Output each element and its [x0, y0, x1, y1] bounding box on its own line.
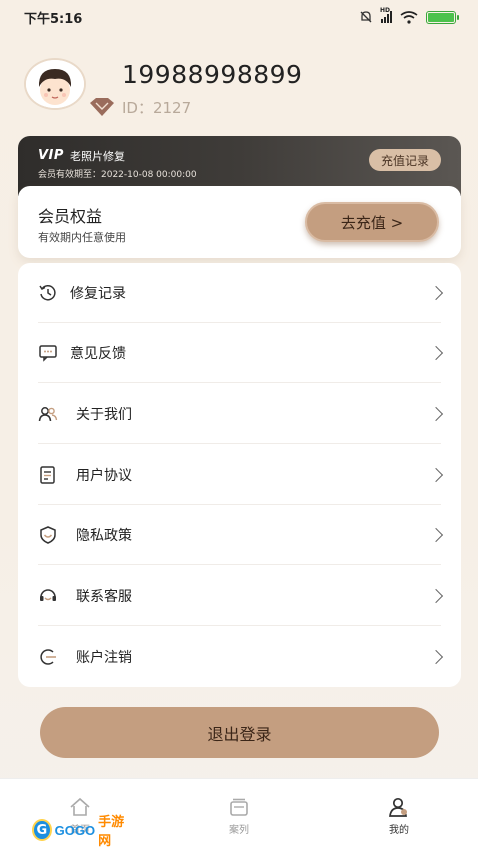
- feedback-icon: [39, 345, 57, 362]
- tab-mine[interactable]: 我的: [369, 789, 429, 839]
- users-icon: [38, 407, 58, 422]
- menu-item-repair-history[interactable]: 修复记录: [18, 263, 461, 323]
- watermark-brand: GOGO: [54, 822, 96, 838]
- benefit-subtitle: 有效期内任意使用: [38, 231, 126, 244]
- logout-button[interactable]: 退出登录: [40, 707, 439, 758]
- menu-list: 修复记录 意见反馈 关于我们 用户协议 隐私政策 联系客服 账户注销: [18, 263, 461, 687]
- menu-item-label: 隐私政策: [76, 528, 132, 544]
- menu-item-delete-account[interactable]: 账户注销: [18, 627, 461, 687]
- menu-item-about-us[interactable]: 关于我们: [18, 384, 461, 444]
- recharge-record-button[interactable]: 充值记录: [368, 149, 441, 171]
- mute-icon: [360, 11, 372, 23]
- divider: [38, 564, 441, 565]
- menu-item-label: 账户注销: [76, 650, 132, 666]
- watermark-logo: G GOGO 手游网: [32, 814, 132, 848]
- chevron-right-icon: [428, 406, 444, 422]
- chevron-right-icon: [428, 527, 444, 543]
- menu-item-contact-service[interactable]: 联系客服: [18, 566, 461, 626]
- cases-icon: [230, 798, 248, 816]
- chevron-right-icon: [428, 649, 444, 665]
- vip-expire-date: 会员有效期至：2022-10-08 00:00:00: [38, 170, 197, 180]
- shield-icon: [40, 526, 56, 544]
- menu-item-privacy-policy[interactable]: 隐私政策: [18, 505, 461, 565]
- home-icon: [70, 797, 90, 816]
- benefit-title: 会员权益: [38, 207, 103, 226]
- chevron-right-icon: [428, 467, 444, 483]
- status-time: 下午5:16: [24, 11, 83, 27]
- menu-item-label: 联系客服: [76, 589, 132, 605]
- benefit-card: 会员权益 有效期内任意使用 去充值 >: [18, 186, 461, 258]
- menu-item-feedback[interactable]: 意见反馈: [18, 323, 461, 383]
- watermark-suffix: 手游网: [98, 814, 125, 848]
- signal-icon: HD: [380, 7, 392, 23]
- recharge-button[interactable]: 去充值 >: [305, 202, 439, 242]
- tab-cases[interactable]: 案列: [209, 789, 269, 839]
- avatar[interactable]: [24, 58, 86, 110]
- menu-item-user-agreement[interactable]: 用户协议: [18, 445, 461, 505]
- battery-icon: [426, 10, 459, 24]
- menu-item-label: 意见反馈: [70, 346, 126, 362]
- vip-title: 老照片修复: [70, 150, 125, 163]
- network-type-label: HD: [380, 7, 391, 14]
- divider: [38, 382, 441, 383]
- menu-item-label: 修复记录: [70, 286, 126, 302]
- wifi-icon: [400, 10, 418, 24]
- menu-item-label: 用户协议: [76, 468, 132, 484]
- chevron-right-icon: [428, 345, 444, 361]
- history-icon: [39, 285, 56, 301]
- vip-logo: VIP: [38, 148, 64, 163]
- document-icon: [40, 466, 55, 484]
- menu-item-label: 关于我们: [76, 407, 132, 423]
- chevron-right-icon: [428, 588, 444, 604]
- cancel-account-icon: [40, 649, 56, 665]
- tab-label: 案列: [229, 825, 249, 836]
- divider: [38, 443, 441, 444]
- divider: [38, 625, 441, 626]
- chevron-right-icon: [428, 285, 444, 301]
- status-bar: 下午5:16 HD: [0, 0, 478, 34]
- watermark-badge: G: [32, 819, 52, 841]
- status-icons: HD: [359, 7, 459, 24]
- user-id: ID：2127: [122, 99, 192, 117]
- service-icon: [40, 589, 56, 601]
- phone-number: 19988998899: [122, 60, 303, 89]
- tab-label: 我的: [389, 825, 409, 836]
- profile-header: 19988998899 ID：2127: [24, 55, 454, 125]
- vip-diamond-icon: [90, 98, 114, 116]
- profile-icon: [389, 797, 407, 817]
